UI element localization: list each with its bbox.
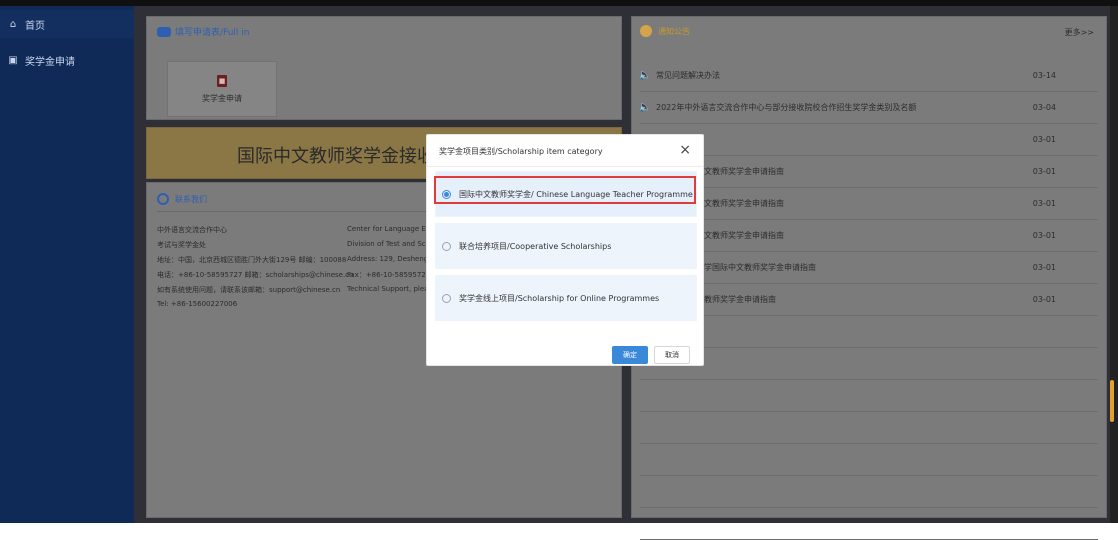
contact-line: Center for Language Edu: [347, 225, 435, 233]
announcement-icon: [640, 25, 652, 37]
contact-line: Tel: +86-15600227006: [157, 300, 238, 308]
fill-panel: 填写申请表/Full in ■ 奖学金申请: [146, 16, 622, 120]
notice-row[interactable]: 🔈大学国际中文教师奖学金申请指南03-01: [639, 283, 1098, 316]
document-icon: ■: [217, 74, 227, 87]
sidebar-item-home[interactable]: ⌂ 首页: [0, 10, 134, 38]
option-online[interactable]: 奖学金线上项目/Scholarship for Online Programme…: [435, 275, 697, 321]
notice-row[interactable]: 🔈作手册03-01: [639, 123, 1098, 156]
notice-row[interactable]: 🔈 常见问题解决办法 03-14: [638, 59, 1098, 92]
contact-line: Fax：+86-10-58595727 E: [347, 271, 437, 279]
radio-button[interactable]: [442, 293, 451, 303]
notice-row: [640, 379, 1098, 412]
contact-line: Technical Support, please: [347, 285, 437, 293]
notice-date: 03-14: [1032, 70, 1056, 80]
notice-row[interactable]: 🔈 2022年中外语言交流合作中心与部分接收院校合作招生奖学金类别及名额 03-04: [638, 91, 1098, 124]
radio-button[interactable]: [442, 241, 451, 251]
notice-date: 03-01: [1032, 166, 1056, 176]
user-icon: [157, 193, 169, 205]
dialog-title: 奖学金项目类别/Scholarship item category: [439, 147, 603, 156]
notice-row: [640, 475, 1098, 508]
notice-row[interactable]: 🔈经大学国际中文教师奖学金申请指南03-01: [639, 155, 1098, 188]
contact-line: 中外语言交流合作中心: [157, 226, 227, 234]
notice-date: 03-01: [1032, 230, 1056, 240]
speaker-icon: 🔈: [638, 101, 652, 113]
option-cooperative[interactable]: 联合培养项目/Cooperative Scholarships: [435, 223, 697, 269]
fill-panel-title: 填写申请表/Full in: [157, 25, 250, 38]
scholarship-category-dialog: 奖学金项目类别/Scholarship item category × 国际中文…: [426, 134, 704, 366]
sidebar: ⌂ 首页 ▣ 奖学金申请: [0, 6, 134, 523]
contact-line: 电话：+86-10-58595727 邮箱：scholarships@chine…: [157, 271, 354, 279]
speaker-icon: 🔈: [638, 69, 652, 81]
notice-title: 通知公告: [658, 26, 690, 36]
notice-row[interactable]: 🔈业技术师范大学国际中文教师奖学金申请指南03-01: [639, 251, 1098, 284]
contact-title-text: 联系我们: [175, 194, 207, 204]
notice-date: 03-01: [1032, 134, 1056, 144]
notice-title: 2022年中外语言交流合作中心与部分接收院校合作招生奖学金类别及名额: [656, 102, 917, 112]
scrollbar[interactable]: [1110, 380, 1114, 422]
banner-text: 国际中文教师奖学金接收: [237, 146, 435, 167]
notice-row[interactable]: 🔈科大学国际中文教师奖学金申请指南03-01: [639, 187, 1098, 220]
notice-header: 通知公告: [640, 25, 690, 37]
right-edge: [1110, 6, 1118, 523]
notice-date: 03-04: [1032, 102, 1056, 112]
notice-date: 03-01: [1032, 294, 1056, 304]
notice-row: [640, 507, 1098, 540]
sidebar-item-label: 奖学金申请: [25, 56, 75, 68]
close-icon[interactable]: ×: [679, 142, 691, 158]
home-icon: ⌂: [9, 18, 17, 30]
more-link[interactable]: 更多>>: [1065, 27, 1094, 38]
scholarship-apply-label: 奖学金申请: [202, 93, 242, 103]
notice-row[interactable]: 🔈工大学国际中文教师奖学金申请指南03-01: [639, 219, 1098, 252]
notice-row: [640, 443, 1098, 476]
contact-title: 联系我们: [157, 193, 207, 205]
divider: [427, 166, 703, 167]
notice-title: 常见问题解决办法: [656, 70, 720, 80]
contact-line: 如有系统使用问题，请联系该邮箱：support@chinese.cn: [157, 286, 341, 294]
sidebar-item-label: 首页: [25, 20, 45, 32]
notice-row: [640, 347, 1098, 380]
notice-date: 03-01: [1032, 262, 1056, 272]
pen-icon: [157, 26, 171, 37]
scholarship-icon: ▣: [8, 54, 18, 66]
contact-line: 地址：中国，北京西城区德胜门外大街129号 邮编：100088: [157, 256, 347, 264]
confirm-button[interactable]: 确定: [612, 346, 648, 364]
notice-row: [640, 411, 1098, 444]
sidebar-item-scholarship[interactable]: ▣ 奖学金申请: [0, 46, 134, 74]
notice-row: [640, 315, 1098, 348]
fill-panel-title-text: 填写申请表/Full in: [175, 28, 250, 38]
option-label: 联合培养项目/Cooperative Scholarships: [459, 241, 612, 251]
cancel-button[interactable]: 取消: [654, 346, 690, 364]
contact-line: Division of Test and Schol: [347, 240, 437, 248]
selection-highlight: [434, 176, 696, 204]
option-label: 奖学金线上项目/Scholarship for Online Programme…: [459, 293, 660, 303]
notice-date: 03-01: [1032, 198, 1056, 208]
contact-line: 考试与奖学金处: [157, 241, 206, 249]
app-window: ⌂ 首页 ▣ 奖学金申请 填写申请表/Full in ■ 奖学金申请 国际中文教…: [0, 0, 1118, 540]
scholarship-apply-tile[interactable]: ■ 奖学金申请: [167, 61, 277, 117]
